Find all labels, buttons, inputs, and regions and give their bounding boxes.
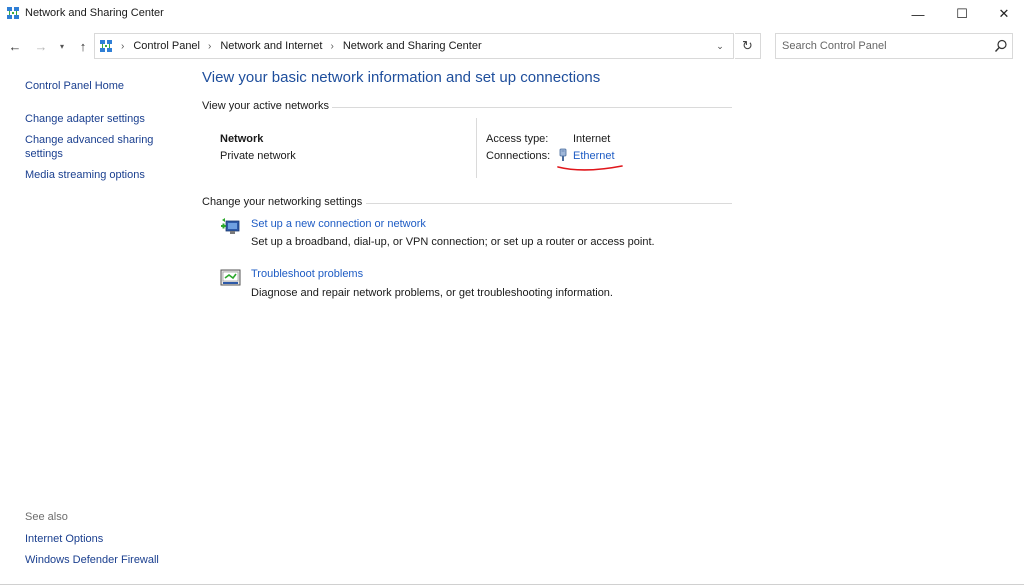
address-dropdown-button[interactable]: ⌄ xyxy=(712,39,728,53)
recent-locations-button[interactable]: ▾ xyxy=(56,37,68,55)
network-category: Private network xyxy=(220,150,296,162)
red-annotation-underline xyxy=(557,165,623,171)
media-streaming-options-link[interactable]: Media streaming options xyxy=(25,168,175,182)
access-type-label: Access type: xyxy=(486,133,549,145)
troubleshoot-problems-link[interactable]: Troubleshoot problems xyxy=(251,268,363,280)
network-name: Network xyxy=(220,133,264,145)
internet-options-link[interactable]: Internet Options xyxy=(25,532,175,546)
troubleshoot-icon xyxy=(220,269,241,286)
connections-label: Connections: xyxy=(486,150,551,162)
maximize-button[interactable]: ☐ xyxy=(940,0,984,28)
setup-new-connection-link[interactable]: Set up a new connection or network xyxy=(251,218,426,230)
network-center-app-icon xyxy=(7,7,19,19)
change-advanced-sharing-settings-link[interactable]: Change advanced sharing settings xyxy=(25,133,160,161)
left-task-pane: Control Panel Home Change adapter settin… xyxy=(0,62,195,582)
navigation-bar: ← → ▾ ↑ › Control Panel › Network and In… xyxy=(0,31,1024,61)
close-button[interactable]: ✕ xyxy=(982,0,1024,28)
active-networks-heading: View your active networks xyxy=(202,100,329,112)
breadcrumb-network-and-sharing-center[interactable]: Network and Sharing Center xyxy=(343,40,482,52)
breadcrumb-network-and-internet[interactable]: Network and Internet xyxy=(220,40,322,52)
address-bar[interactable]: › Control Panel › Network and Internet ›… xyxy=(94,33,734,59)
back-button[interactable]: ← xyxy=(6,37,24,55)
section-divider xyxy=(366,203,732,204)
breadcrumb-control-panel[interactable]: Control Panel xyxy=(133,40,200,52)
search-icon[interactable] xyxy=(994,39,1008,53)
ethernet-connection-link[interactable]: Ethernet xyxy=(573,150,615,162)
networking-settings-heading: Change your networking settings xyxy=(202,196,363,208)
see-also-label: See also xyxy=(25,511,68,523)
forward-button[interactable]: → xyxy=(32,37,50,55)
minimize-button[interactable]: — xyxy=(896,0,940,28)
breadcrumb-separator[interactable]: › xyxy=(121,41,124,52)
troubleshoot-problems-description: Diagnose and repair network problems, or… xyxy=(251,287,613,299)
breadcrumb-separator[interactable]: › xyxy=(208,41,211,52)
title-bar: Network and Sharing Center — ☐ ✕ xyxy=(0,0,1024,28)
network-center-icon xyxy=(100,40,112,52)
ethernet-icon xyxy=(559,148,567,161)
section-divider xyxy=(332,107,732,108)
page-title: View your basic network information and … xyxy=(202,69,601,86)
breadcrumb-separator[interactable]: › xyxy=(330,41,333,52)
change-adapter-settings-link[interactable]: Change adapter settings xyxy=(25,112,175,126)
up-button[interactable]: ↑ xyxy=(74,37,92,55)
search-box xyxy=(775,33,1013,59)
search-input[interactable] xyxy=(782,38,982,54)
breadcrumb: › Control Panel › Network and Internet ›… xyxy=(117,34,482,58)
network-sharing-center-window: Network and Sharing Center — ☐ ✕ ← → ▾ ↑… xyxy=(0,0,1024,585)
setup-new-connection-description: Set up a broadband, dial-up, or VPN conn… xyxy=(251,236,655,248)
window-title: Network and Sharing Center xyxy=(25,7,164,19)
vertical-divider xyxy=(476,118,477,178)
access-type-value: Internet xyxy=(573,133,611,145)
windows-defender-firewall-link[interactable]: Windows Defender Firewall xyxy=(25,553,175,567)
new-connection-icon xyxy=(221,218,240,234)
refresh-button[interactable]: ↻ xyxy=(735,33,761,59)
control-panel-home-link[interactable]: Control Panel Home xyxy=(25,79,175,93)
